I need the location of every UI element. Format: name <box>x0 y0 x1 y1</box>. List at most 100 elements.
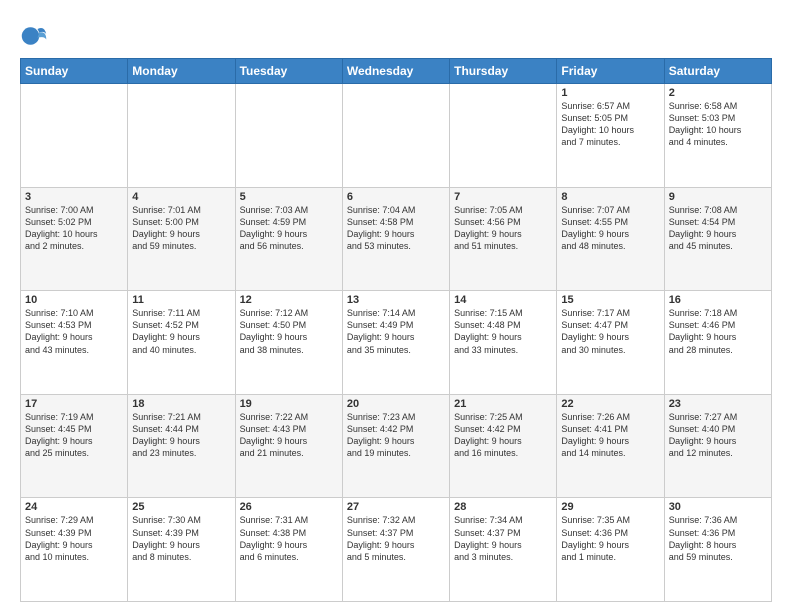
header <box>20 16 772 50</box>
day-number: 19 <box>240 398 338 410</box>
calendar-cell: 2Sunrise: 6:58 AM Sunset: 5:03 PM Daylig… <box>664 84 771 188</box>
day-info: Sunrise: 7:17 AM Sunset: 4:47 PM Dayligh… <box>561 307 659 356</box>
calendar-cell <box>450 84 557 188</box>
day-info: Sunrise: 7:18 AM Sunset: 4:46 PM Dayligh… <box>669 307 767 356</box>
day-info: Sunrise: 7:22 AM Sunset: 4:43 PM Dayligh… <box>240 411 338 460</box>
day-number: 9 <box>669 191 767 203</box>
calendar-cell <box>235 84 342 188</box>
day-info: Sunrise: 7:31 AM Sunset: 4:38 PM Dayligh… <box>240 514 338 563</box>
day-info: Sunrise: 7:08 AM Sunset: 4:54 PM Dayligh… <box>669 204 767 253</box>
calendar-cell: 12Sunrise: 7:12 AM Sunset: 4:50 PM Dayli… <box>235 291 342 395</box>
day-number: 2 <box>669 87 767 99</box>
day-number: 17 <box>25 398 123 410</box>
day-number: 22 <box>561 398 659 410</box>
calendar-cell: 29Sunrise: 7:35 AM Sunset: 4:36 PM Dayli… <box>557 498 664 602</box>
day-info: Sunrise: 7:23 AM Sunset: 4:42 PM Dayligh… <box>347 411 445 460</box>
day-info: Sunrise: 7:34 AM Sunset: 4:37 PM Dayligh… <box>454 514 552 563</box>
calendar-cell: 18Sunrise: 7:21 AM Sunset: 4:44 PM Dayli… <box>128 394 235 498</box>
day-info: Sunrise: 7:14 AM Sunset: 4:49 PM Dayligh… <box>347 307 445 356</box>
day-info: Sunrise: 7:03 AM Sunset: 4:59 PM Dayligh… <box>240 204 338 253</box>
day-number: 5 <box>240 191 338 203</box>
day-info: Sunrise: 7:00 AM Sunset: 5:02 PM Dayligh… <box>25 204 123 253</box>
day-info: Sunrise: 7:27 AM Sunset: 4:40 PM Dayligh… <box>669 411 767 460</box>
day-number: 11 <box>132 294 230 306</box>
calendar-cell <box>21 84 128 188</box>
calendar-cell: 16Sunrise: 7:18 AM Sunset: 4:46 PM Dayli… <box>664 291 771 395</box>
col-header-tuesday: Tuesday <box>235 59 342 84</box>
calendar-cell: 4Sunrise: 7:01 AM Sunset: 5:00 PM Daylig… <box>128 187 235 291</box>
col-header-sunday: Sunday <box>21 59 128 84</box>
day-number: 7 <box>454 191 552 203</box>
day-number: 16 <box>669 294 767 306</box>
calendar-cell: 26Sunrise: 7:31 AM Sunset: 4:38 PM Dayli… <box>235 498 342 602</box>
calendar-cell: 22Sunrise: 7:26 AM Sunset: 4:41 PM Dayli… <box>557 394 664 498</box>
col-header-wednesday: Wednesday <box>342 59 449 84</box>
col-header-thursday: Thursday <box>450 59 557 84</box>
calendar-cell: 10Sunrise: 7:10 AM Sunset: 4:53 PM Dayli… <box>21 291 128 395</box>
calendar-cell: 19Sunrise: 7:22 AM Sunset: 4:43 PM Dayli… <box>235 394 342 498</box>
day-info: Sunrise: 6:58 AM Sunset: 5:03 PM Dayligh… <box>669 100 767 149</box>
calendar-table: SundayMondayTuesdayWednesdayThursdayFrid… <box>20 58 772 602</box>
col-header-friday: Friday <box>557 59 664 84</box>
day-number: 3 <box>25 191 123 203</box>
day-info: Sunrise: 7:04 AM Sunset: 4:58 PM Dayligh… <box>347 204 445 253</box>
day-number: 14 <box>454 294 552 306</box>
calendar-cell: 14Sunrise: 7:15 AM Sunset: 4:48 PM Dayli… <box>450 291 557 395</box>
day-info: Sunrise: 7:15 AM Sunset: 4:48 PM Dayligh… <box>454 307 552 356</box>
col-header-saturday: Saturday <box>664 59 771 84</box>
day-number: 20 <box>347 398 445 410</box>
calendar-cell: 6Sunrise: 7:04 AM Sunset: 4:58 PM Daylig… <box>342 187 449 291</box>
day-number: 4 <box>132 191 230 203</box>
calendar-cell: 21Sunrise: 7:25 AM Sunset: 4:42 PM Dayli… <box>450 394 557 498</box>
calendar-cell: 8Sunrise: 7:07 AM Sunset: 4:55 PM Daylig… <box>557 187 664 291</box>
calendar-cell: 20Sunrise: 7:23 AM Sunset: 4:42 PM Dayli… <box>342 394 449 498</box>
calendar-cell: 1Sunrise: 6:57 AM Sunset: 5:05 PM Daylig… <box>557 84 664 188</box>
day-info: Sunrise: 7:12 AM Sunset: 4:50 PM Dayligh… <box>240 307 338 356</box>
day-info: Sunrise: 7:10 AM Sunset: 4:53 PM Dayligh… <box>25 307 123 356</box>
day-info: Sunrise: 7:36 AM Sunset: 4:36 PM Dayligh… <box>669 514 767 563</box>
day-number: 1 <box>561 87 659 99</box>
calendar-cell: 25Sunrise: 7:30 AM Sunset: 4:39 PM Dayli… <box>128 498 235 602</box>
day-number: 18 <box>132 398 230 410</box>
page: SundayMondayTuesdayWednesdayThursdayFrid… <box>0 0 792 612</box>
calendar-row-0: 1Sunrise: 6:57 AM Sunset: 5:05 PM Daylig… <box>21 84 772 188</box>
calendar-cell: 3Sunrise: 7:00 AM Sunset: 5:02 PM Daylig… <box>21 187 128 291</box>
logo-icon <box>20 22 48 50</box>
calendar-cell: 7Sunrise: 7:05 AM Sunset: 4:56 PM Daylig… <box>450 187 557 291</box>
day-number: 26 <box>240 501 338 513</box>
day-number: 10 <box>25 294 123 306</box>
calendar-cell: 24Sunrise: 7:29 AM Sunset: 4:39 PM Dayli… <box>21 498 128 602</box>
day-number: 30 <box>669 501 767 513</box>
calendar-row-4: 24Sunrise: 7:29 AM Sunset: 4:39 PM Dayli… <box>21 498 772 602</box>
day-number: 25 <box>132 501 230 513</box>
day-number: 27 <box>347 501 445 513</box>
day-info: Sunrise: 7:32 AM Sunset: 4:37 PM Dayligh… <box>347 514 445 563</box>
calendar-cell <box>342 84 449 188</box>
day-number: 23 <box>669 398 767 410</box>
day-number: 15 <box>561 294 659 306</box>
day-number: 28 <box>454 501 552 513</box>
calendar-cell: 23Sunrise: 7:27 AM Sunset: 4:40 PM Dayli… <box>664 394 771 498</box>
calendar-row-1: 3Sunrise: 7:00 AM Sunset: 5:02 PM Daylig… <box>21 187 772 291</box>
calendar-cell <box>128 84 235 188</box>
day-info: Sunrise: 7:01 AM Sunset: 5:00 PM Dayligh… <box>132 204 230 253</box>
day-number: 6 <box>347 191 445 203</box>
calendar-cell: 11Sunrise: 7:11 AM Sunset: 4:52 PM Dayli… <box>128 291 235 395</box>
day-number: 13 <box>347 294 445 306</box>
day-info: Sunrise: 6:57 AM Sunset: 5:05 PM Dayligh… <box>561 100 659 149</box>
day-info: Sunrise: 7:35 AM Sunset: 4:36 PM Dayligh… <box>561 514 659 563</box>
day-info: Sunrise: 7:19 AM Sunset: 4:45 PM Dayligh… <box>25 411 123 460</box>
day-number: 12 <box>240 294 338 306</box>
day-info: Sunrise: 7:29 AM Sunset: 4:39 PM Dayligh… <box>25 514 123 563</box>
calendar-row-2: 10Sunrise: 7:10 AM Sunset: 4:53 PM Dayli… <box>21 291 772 395</box>
calendar-cell: 13Sunrise: 7:14 AM Sunset: 4:49 PM Dayli… <box>342 291 449 395</box>
calendar-cell: 15Sunrise: 7:17 AM Sunset: 4:47 PM Dayli… <box>557 291 664 395</box>
day-number: 21 <box>454 398 552 410</box>
day-info: Sunrise: 7:30 AM Sunset: 4:39 PM Dayligh… <box>132 514 230 563</box>
calendar-cell: 17Sunrise: 7:19 AM Sunset: 4:45 PM Dayli… <box>21 394 128 498</box>
calendar-row-3: 17Sunrise: 7:19 AM Sunset: 4:45 PM Dayli… <box>21 394 772 498</box>
day-number: 8 <box>561 191 659 203</box>
day-info: Sunrise: 7:25 AM Sunset: 4:42 PM Dayligh… <box>454 411 552 460</box>
calendar-header-row: SundayMondayTuesdayWednesdayThursdayFrid… <box>21 59 772 84</box>
day-number: 24 <box>25 501 123 513</box>
